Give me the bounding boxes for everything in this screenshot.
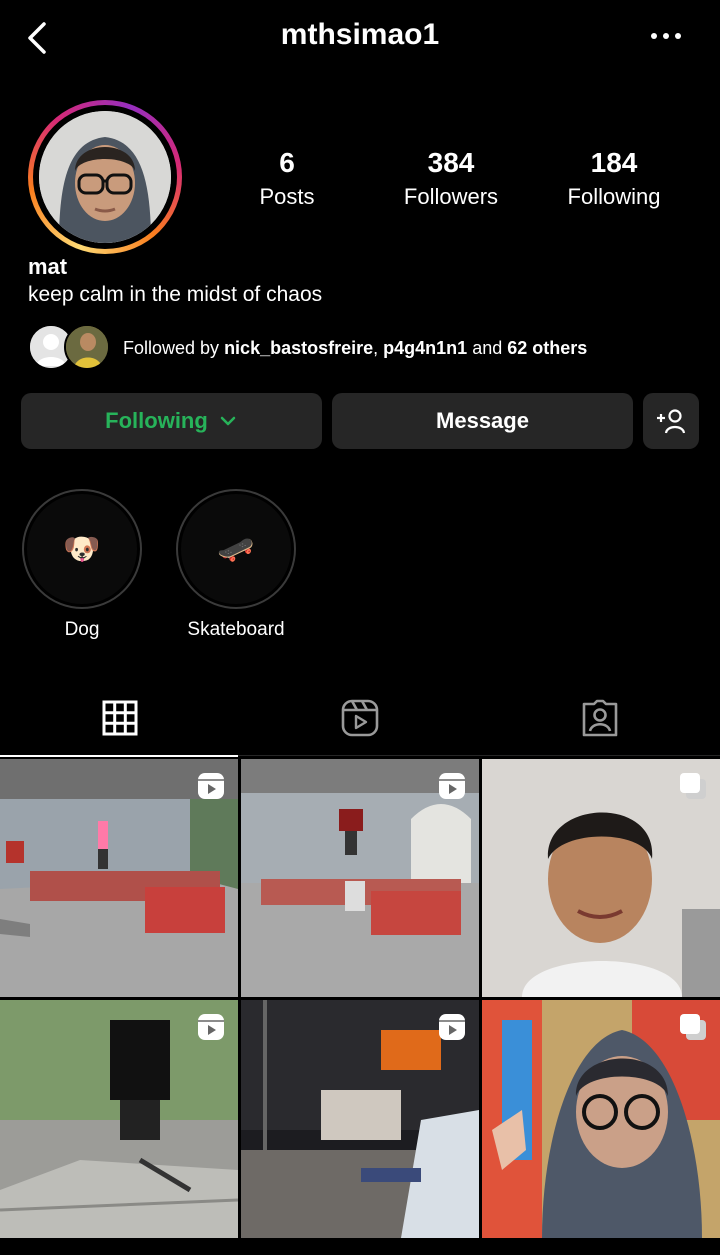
reels-icon xyxy=(439,1014,465,1040)
highlight-dog[interactable]: 🐶 Dog xyxy=(22,489,142,641)
following-count-label: Following xyxy=(567,184,661,209)
profile-tabs xyxy=(0,680,720,757)
tab-posts-grid[interactable] xyxy=(0,680,240,757)
avatar xyxy=(64,324,110,370)
carousel-icon xyxy=(680,1014,706,1040)
followed-by-separator: , xyxy=(373,338,384,358)
tab-tagged[interactable] xyxy=(480,680,720,756)
carousel-icon xyxy=(680,773,706,799)
highlight-label: Dog xyxy=(64,619,100,640)
post-thumbnail[interactable] xyxy=(241,759,479,997)
post-thumbnail[interactable] xyxy=(482,1000,720,1238)
mutual-follower-1: nick_bastosfreire xyxy=(224,338,374,358)
message-button[interactable]: Message xyxy=(332,393,633,449)
more-horizontal-icon xyxy=(651,33,681,39)
reels-icon xyxy=(198,773,224,799)
reels-icon xyxy=(439,773,465,799)
highlight-skateboard[interactable]: 🛹 Skateboard xyxy=(176,489,296,641)
profile-username: mthsimao1 xyxy=(280,18,440,51)
reels-icon xyxy=(198,1014,224,1040)
add-person-icon xyxy=(657,409,686,434)
dog-icon: 🐶 xyxy=(63,532,101,566)
mutual-followers-avatars[interactable] xyxy=(28,324,110,370)
posts-count-value: 6 xyxy=(279,147,295,178)
following-count[interactable]: 184 Following xyxy=(554,146,674,212)
grid-icon xyxy=(102,700,138,736)
followed-by-prefix: Followed by xyxy=(123,338,225,358)
followers-count[interactable]: 384 Followers xyxy=(391,146,511,212)
story-ring[interactable] xyxy=(28,100,182,254)
profile-bio: keep calm in the midst of chaos xyxy=(28,283,323,306)
mutual-followers-others: 62 others xyxy=(507,338,588,358)
following-button[interactable]: Following xyxy=(21,393,322,449)
posts-count-label: Posts xyxy=(259,184,315,209)
message-button-label: Message xyxy=(436,408,529,433)
tagged-icon xyxy=(582,699,618,737)
following-button-label: Following xyxy=(105,408,208,433)
profile-avatar xyxy=(39,111,171,243)
posts-count[interactable]: 6 Posts xyxy=(237,146,337,212)
active-tab-indicator xyxy=(0,755,238,757)
followers-count-label: Followers xyxy=(403,184,499,209)
more-options-button[interactable] xyxy=(648,28,688,44)
post-thumbnail[interactable] xyxy=(0,759,238,997)
top-bar: mthsimao1 xyxy=(0,0,720,76)
chevron-down-icon xyxy=(220,416,236,426)
followed-by-and: and xyxy=(467,338,508,358)
followed-by-text[interactable]: Followed by nick_bastosfreire, p4g4n1n1 … xyxy=(123,338,587,359)
tab-reels[interactable] xyxy=(240,680,480,756)
profile-name: mat xyxy=(28,254,68,279)
post-thumbnail[interactable] xyxy=(482,759,720,997)
following-count-value: 184 xyxy=(590,147,638,178)
mutual-follower-2: p4g4n1n1 xyxy=(383,338,468,358)
post-thumbnail[interactable] xyxy=(241,1000,479,1238)
skateboard-icon: 🛹 xyxy=(217,532,255,566)
suggested-accounts-button[interactable] xyxy=(643,393,699,449)
reels-icon xyxy=(341,699,379,737)
highlight-label: Skateboard xyxy=(187,619,285,640)
followers-count-value: 384 xyxy=(427,147,475,178)
post-thumbnail[interactable] xyxy=(0,1000,238,1238)
